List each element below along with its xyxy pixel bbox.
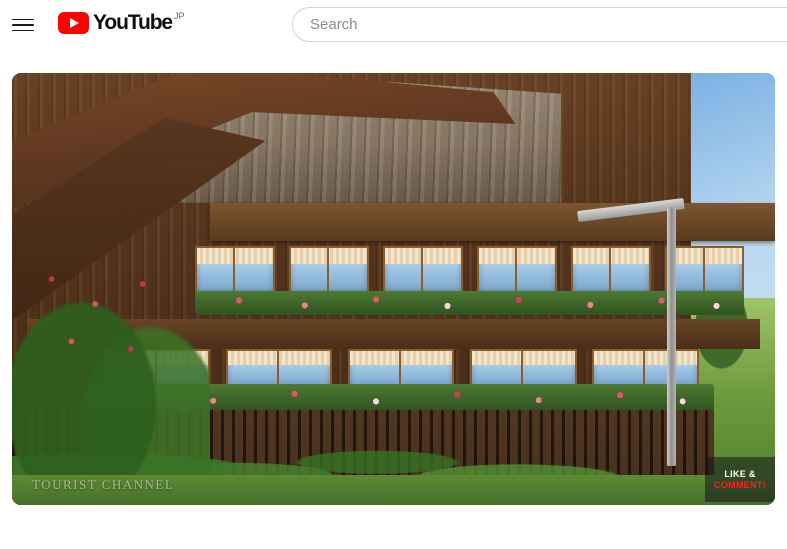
play-triangle — [70, 18, 79, 28]
channel-watermark: TOURIST CHANNEL — [32, 477, 175, 492]
search-bar[interactable] — [292, 7, 787, 42]
hamburger-line — [12, 18, 34, 21]
window — [382, 245, 463, 294]
overlay-line-2: COMMENT! — [714, 480, 766, 490]
youtube-app-window: YouTube JP Search TOURIST CHANNEL LIKE &… — [0, 0, 787, 549]
hamburger-menu-icon[interactable] — [12, 13, 36, 37]
app-header: YouTube JP — [0, 0, 787, 50]
window — [476, 245, 557, 294]
youtube-logo[interactable]: YouTube JP — [58, 11, 185, 39]
search-input[interactable] — [310, 16, 787, 33]
upper-window-row — [195, 245, 745, 294]
overlay-line-1: LIKE & — [724, 469, 756, 479]
video-player[interactable]: TOURIST CHANNEL LIKE & COMMENT! — [12, 73, 775, 505]
window — [289, 245, 369, 294]
hamburger-line — [12, 29, 34, 32]
hamburger-line — [12, 24, 34, 26]
region-superscript: JP — [174, 11, 185, 21]
like-comment-overlay: LIKE & COMMENT! — [705, 457, 775, 502]
upper-flower-boxes — [195, 291, 745, 315]
window — [592, 349, 699, 389]
video-frame-image — [12, 73, 775, 505]
window — [469, 349, 577, 389]
window — [347, 349, 455, 389]
upper-balcony-band — [210, 202, 775, 242]
window — [225, 349, 333, 389]
window — [664, 245, 745, 294]
drain-pipe — [667, 206, 676, 467]
bottom-toolbar: CC — [0, 505, 787, 549]
window — [570, 245, 651, 294]
left-flowering-bush — [12, 228, 211, 480]
youtube-wordmark: YouTube — [93, 11, 173, 34]
youtube-play-icon — [58, 12, 89, 34]
